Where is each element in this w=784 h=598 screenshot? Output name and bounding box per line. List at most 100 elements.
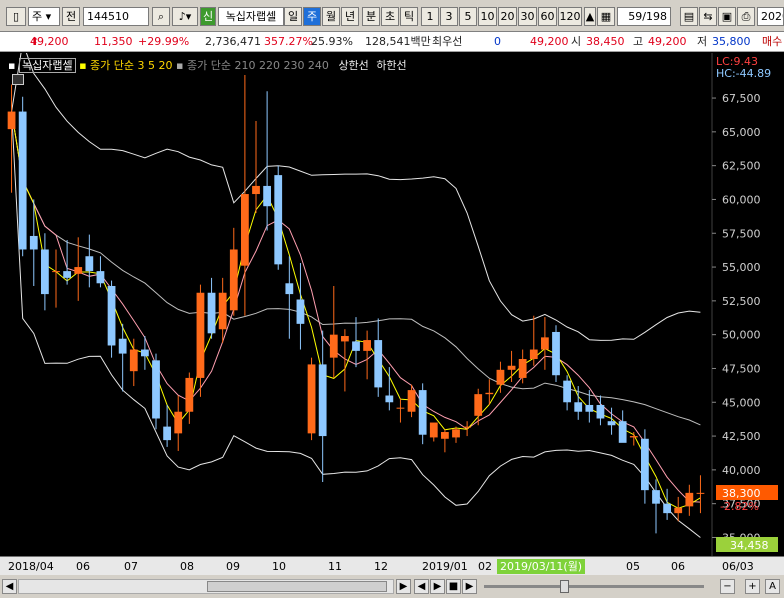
prev-button[interactable]: 전 [62,7,80,26]
candle-body [641,438,649,491]
scroll-right-button[interactable]: ▶ [396,579,411,594]
settings-icon[interactable]: ▦ [597,7,615,26]
candles [7,75,705,534]
candle-body [241,194,249,266]
year-field[interactable]: 2020 [757,7,784,26]
interval-1[interactable]: 1 [421,7,439,26]
period-month[interactable]: 월 [322,7,340,26]
y-tick-label: 40,000 [722,464,761,477]
candle-body [385,395,394,403]
auto-button[interactable]: A [765,579,780,594]
candle-body [107,285,116,346]
candle-body [441,432,449,439]
x-label: 07 [124,560,138,573]
chart-area[interactable]: 67,500 65,000 62,500 60,000 57,500 55,000 52,5… [0,42,784,556]
sync-icon[interactable]: ⇆ [699,7,717,26]
y-tick-label: 60,000 [722,193,761,206]
candle-body [263,185,271,207]
bottom-value-label: 34,458 [730,539,769,552]
x-label: 09 [226,560,240,573]
search-icon[interactable]: ⌕ [152,7,170,26]
amount: 128,541백만 [365,35,431,48]
grid-icon[interactable]: ▤ [680,7,698,26]
code-input[interactable]: 144510 [83,7,149,26]
legend-ma2: 종가 단순 210 220 230 240 [186,59,329,72]
candle-body [229,249,238,311]
low-price: 35,800 [712,35,751,48]
x-label: 12 [374,560,388,573]
spin-button[interactable]: ▲ [584,7,596,26]
period-year[interactable]: 년 [341,7,359,26]
open-price: 38,450 [586,35,625,48]
last-price: 49,200 [530,35,569,48]
page-total: /198 [642,10,667,23]
candle-body [152,360,160,419]
interval-20[interactable]: 20 [498,7,517,26]
candlestick-chart[interactable]: 67,500 65,000 62,500 60,000 57,500 55,000 52,5… [0,42,784,556]
volume: 2,736,471 [205,35,261,48]
nav-prev-button[interactable]: ◀ [414,579,429,594]
play-button[interactable]: ▶ [462,579,477,594]
x-label: 06 [671,560,685,573]
candle-body [163,426,171,441]
candle-body [674,507,683,514]
scroll-track[interactable] [18,579,394,594]
speaker-icon[interactable]: ♪▾ [172,7,198,26]
candle-body [218,292,227,330]
extra-value: 0 [494,35,501,48]
candle-body [529,349,538,359]
zoom-slider[interactable] [484,585,704,588]
candle-body [141,349,149,357]
extra-label: 최우선 [432,35,463,48]
ma20-line [11,111,701,426]
nav-next-button[interactable]: ▶ [430,579,445,594]
page-value: 59 [628,10,643,23]
market-select[interactable]: 주 ▾ [28,7,60,26]
x-label: 2019/01 [422,560,468,573]
y-tick-label: 65,000 [722,126,761,139]
interval-30[interactable]: 30 [518,7,537,26]
interval-3[interactable]: 3 [440,7,458,26]
scroll-thumb[interactable] [207,581,387,592]
candle-body [596,404,605,419]
interval-5[interactable]: 5 [459,7,477,26]
candle-body [341,336,349,342]
zoom-out-button[interactable]: − [720,579,735,594]
x-label: 10 [272,560,286,573]
x-label-highlight: 2019/03/11(월) [497,559,586,574]
x-label: 11 [328,560,342,573]
period-minute[interactable]: 분 [362,7,380,26]
period-week[interactable]: 주 [303,7,321,26]
zoom-slider-handle[interactable] [560,580,569,593]
y-tick-label: 57,500 [722,227,761,240]
page-count: 59/198 [617,7,671,26]
candle-body [252,185,260,195]
high-price: 49,200 [648,35,687,48]
y-tick-label: 45,000 [722,396,761,409]
window-icon[interactable]: ▯ [6,7,26,26]
table-icon[interactable] [12,74,24,85]
stop-button[interactable]: ■ [446,579,461,594]
current-pct-label: -2.82% [720,500,759,513]
interval-10[interactable]: 10 [478,7,497,26]
legend-name: 녹십자랩셀 [18,58,76,73]
y-axis: 67,500 65,000 62,500 60,000 57,500 55,000 52,5… [712,92,761,544]
save-icon[interactable]: ▣ [718,7,736,26]
y-tick-label: 55,000 [722,261,761,274]
change-pct: +29.99% [138,35,190,48]
quote-bar: 49,200 ⬆ 11,350 +29.99% 2,736,471 357.27%… [0,32,784,52]
interval-120[interactable]: 120 [558,7,582,26]
zoom-in-button[interactable]: + [745,579,760,594]
candle-body [307,364,316,434]
candle-body [352,341,360,351]
candle-body [296,299,305,324]
interval-60[interactable]: 60 [538,7,557,26]
candle-body [663,503,671,514]
legend-marker-icon: ▪ [8,59,16,72]
print-icon[interactable]: ⎙ [737,7,755,26]
candle-body [585,404,594,412]
period-day[interactable]: 일 [284,7,302,26]
scroll-left-button[interactable]: ◀ [2,579,17,594]
period-second[interactable]: 초 [381,7,399,26]
period-tick[interactable]: 틱 [400,7,418,26]
